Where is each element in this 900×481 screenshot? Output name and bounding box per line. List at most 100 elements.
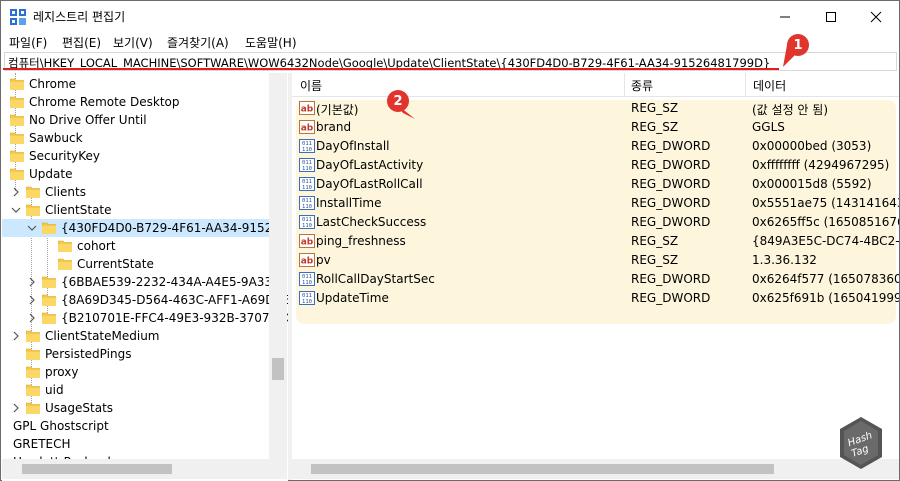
tree-item-label: CurrentState	[77, 257, 154, 271]
tree-item-label: uid	[45, 383, 64, 397]
tree-item[interactable]: No Drive Offer Until	[2, 111, 270, 129]
value-type: REG_DWORD	[631, 177, 711, 191]
column-separator[interactable]	[624, 73, 625, 97]
tree-item[interactable]: {430FD4D0-B729-4F61-AA34-91526481799D}	[2, 219, 288, 237]
folder-icon	[10, 132, 24, 144]
registry-editor-window: 레지스트리 편집기 파일(F) 편집(E) 보기(V) 즐겨찾기(A) 도움말(…	[0, 0, 900, 481]
value-row[interactable]: 011 110 DayOfInstall REG_DWORD 0x00000bed (3…	[292, 137, 899, 156]
tree-item[interactable]: GRETECH	[2, 435, 270, 453]
value-type: REG_SZ	[631, 234, 679, 248]
svg-text:110: 110	[302, 147, 312, 153]
close-icon	[870, 11, 882, 22]
binary-value-icon: 011110	[299, 139, 315, 153]
maximize-icon	[826, 11, 836, 22]
tree-item[interactable]: PersistedPings	[2, 345, 270, 363]
folder-icon	[26, 204, 40, 216]
tree-item-label: proxy	[45, 365, 79, 379]
folder-icon	[10, 78, 24, 90]
tree-item[interactable]: Clients	[2, 183, 270, 201]
value-type: REG_DWORD	[631, 196, 711, 210]
minimize-button[interactable]	[762, 1, 808, 32]
chevron-right-icon[interactable]	[27, 277, 37, 287]
chevron-down-icon[interactable]	[11, 205, 21, 215]
folder-icon	[26, 348, 40, 360]
chevron-right-icon[interactable]	[11, 331, 21, 341]
tree-item[interactable]: cohort	[2, 237, 270, 255]
value-name: LastCheckSuccess	[316, 215, 427, 229]
value-row[interactable]: ab ping_freshness REG_SZ {849A3E5C-DC74-4BC…	[292, 232, 899, 251]
value-type: REG_DWORD	[631, 139, 711, 153]
menu-view[interactable]: 보기(V)	[113, 34, 153, 51]
folder-icon	[26, 186, 40, 198]
tree-item-label: Chrome	[29, 77, 77, 91]
hashtag-watermark-logo: Hash Tag	[840, 417, 882, 469]
value-name: InstallTime	[316, 196, 382, 210]
tree-horizontal-scroll-thumb[interactable]	[22, 464, 172, 474]
folder-icon	[10, 150, 24, 162]
tree-item[interactable]: {8A69D345-D564-463C-AFF1-A69D9E530F96}	[2, 291, 288, 309]
column-header-type[interactable]: 종류	[631, 77, 653, 94]
menu-help[interactable]: 도움말(H)	[245, 34, 297, 51]
chevron-right-icon[interactable]	[27, 295, 37, 305]
folder-icon	[42, 294, 56, 306]
tree-item-label: ClientState	[45, 203, 112, 217]
tree-item-label: PersistedPings	[45, 347, 132, 361]
tree-item[interactable]: {6BBAE539-2232-434A-A4E5-9A33560C6283}	[2, 273, 288, 291]
tree-vertical-scroll-thumb[interactable]	[272, 358, 284, 380]
value-row[interactable]: 011 110 DayOfLastActivity REG_DWORD 0xffffff…	[292, 156, 899, 175]
chevron-right-icon[interactable]	[11, 403, 21, 413]
title-bar[interactable]: 레지스트리 편집기	[1, 1, 899, 32]
list-horizontal-scrollbar[interactable]	[292, 459, 899, 479]
value-row[interactable]: 011 110 UpdateTime REG_DWORD 0x625f691b (165…	[292, 289, 899, 308]
tree-item[interactable]: uid	[2, 381, 270, 399]
maximize-button[interactable]	[808, 1, 854, 32]
column-header-data[interactable]: 데이터	[753, 77, 786, 94]
value-row[interactable]: 011 110 RollCallDayStartSec REG_DWORD 0x6264…	[292, 270, 899, 289]
tree-item-label: Update	[29, 167, 73, 181]
column-header-name[interactable]: 이름	[300, 77, 322, 94]
binary-value-icon: 011110	[299, 196, 315, 210]
value-data: 0x00000bed (3053)	[752, 139, 872, 153]
value-type: REG_DWORD	[631, 158, 711, 172]
registry-editor-app-icon	[10, 9, 26, 25]
tree-item[interactable]: GPL Ghostscript	[2, 417, 270, 435]
list-horizontal-scroll-thumb[interactable]	[311, 464, 774, 474]
svg-text:ab: ab	[301, 124, 314, 134]
tree-item[interactable]: SecurityKey	[2, 147, 270, 165]
tree-item[interactable]: Chrome Remote Desktop	[2, 93, 270, 111]
column-separator[interactable]	[745, 73, 746, 97]
window-title: 레지스트리 편집기	[33, 10, 126, 24]
tree-item[interactable]: CurrentState	[2, 255, 270, 273]
svg-text:110: 110	[302, 166, 312, 172]
chevron-right-icon[interactable]	[11, 187, 21, 197]
menu-edit[interactable]: 편집(E)	[62, 34, 101, 51]
value-row[interactable]: 011 110 DayOfLastRollCall REG_DWORD 0x000015…	[292, 175, 899, 194]
folder-icon	[26, 402, 40, 414]
tree-item-label: ClientStateMedium	[45, 329, 160, 343]
value-type: REG_SZ	[631, 101, 679, 115]
folder-icon	[10, 96, 24, 108]
value-row[interactable]: ab pv REG_SZ 1.3.36.132	[292, 251, 899, 270]
tree-item[interactable]: ClientStateMedium	[2, 327, 270, 345]
close-button[interactable]	[853, 1, 899, 32]
tree-item[interactable]: {B210701E-FFC4-49E3-932B-370728C0A4C5}	[2, 309, 288, 327]
value-data: 0x5551ae75 (1431416437)	[752, 196, 899, 210]
tree-item[interactable]: Sawbuck	[2, 129, 270, 147]
chevron-down-icon[interactable]	[27, 223, 37, 233]
tree-item-label: GPL Ghostscript	[13, 419, 109, 433]
tree-vertical-scrollbar[interactable]	[269, 73, 287, 459]
value-row[interactable]: 011 110 LastCheckSuccess REG_DWORD 0x6265ff5…	[292, 213, 899, 232]
chevron-right-icon[interactable]	[27, 313, 37, 323]
tree-item[interactable]: Update	[2, 165, 270, 183]
tree-item[interactable]: proxy	[2, 363, 270, 381]
value-row[interactable]: 011 110 InstallTime REG_DWORD 0x5551ae75 (14…	[292, 194, 899, 213]
value-name: UpdateTime	[316, 291, 389, 305]
tree-item[interactable]: ClientState	[2, 201, 270, 219]
tree-item[interactable]: UsageStats	[2, 399, 270, 417]
tree-horizontal-scrollbar[interactable]	[2, 459, 270, 479]
menu-file[interactable]: 파일(F)	[9, 34, 47, 51]
folder-icon	[26, 384, 40, 396]
svg-text:ab: ab	[301, 105, 314, 115]
tree-item[interactable]: Chrome	[2, 75, 270, 93]
menu-favorites[interactable]: 즐겨찾기(A)	[167, 34, 229, 51]
